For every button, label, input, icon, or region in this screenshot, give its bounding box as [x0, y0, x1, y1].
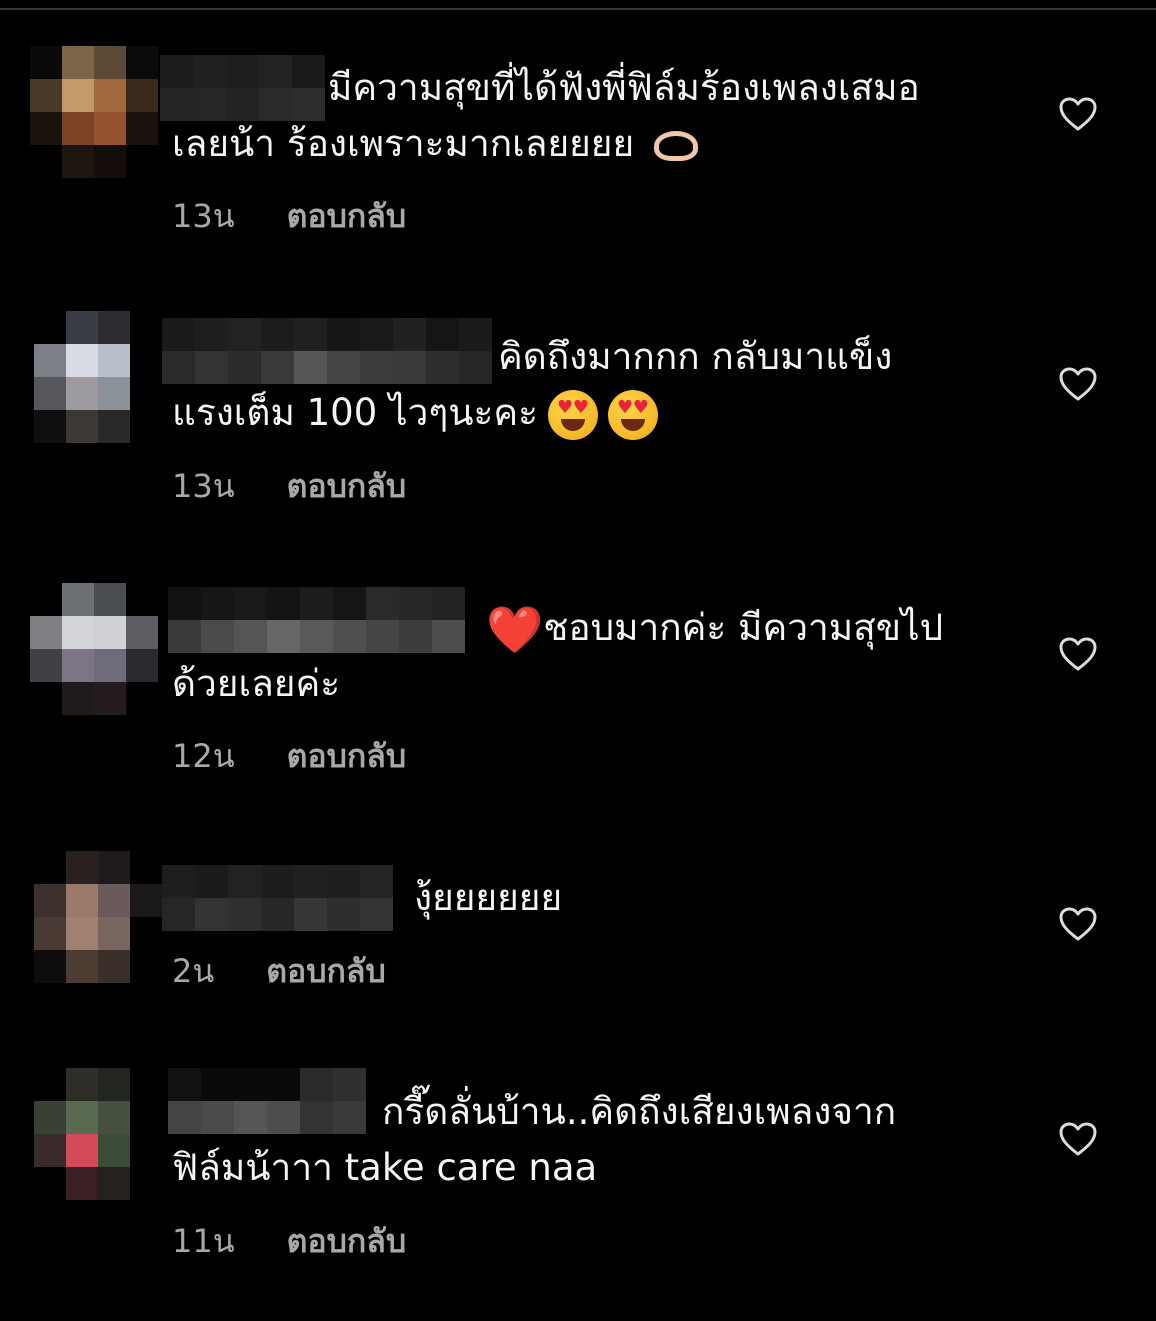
heart-outline-icon[interactable]	[1058, 636, 1098, 672]
timestamp: 13น	[172, 467, 235, 505]
username-redacted[interactable]	[162, 865, 393, 931]
comment-meta: 13น ตอบกลับ	[172, 466, 406, 506]
timestamp: 11น	[172, 1222, 235, 1260]
avatar[interactable]	[30, 583, 158, 715]
timestamp: 2น	[172, 952, 215, 990]
heart-outline-icon[interactable]	[1058, 906, 1098, 942]
reply-button[interactable]: ตอบกลับ	[287, 1222, 407, 1260]
reply-button[interactable]: ตอบกลับ	[287, 467, 407, 505]
comment-text: คิดถึงมากกก กลับมาแข็ง	[498, 335, 893, 378]
comment-meta: 12น ตอบกลับ	[172, 736, 406, 776]
heart-eyes-emoji	[608, 389, 659, 440]
username-redacted[interactable]	[160, 55, 325, 121]
heart-outline-icon[interactable]	[1058, 366, 1098, 402]
comment-meta: 13น ตอบกลับ	[172, 196, 406, 236]
comment-text: กรี๊ดลั่นบ้าน..คิดถึงเสียงเพลงจาก	[382, 1090, 897, 1133]
comment-text: ฟิล์มน้าาา take care naa	[172, 1146, 598, 1189]
comment-text: เลยน้า ร้องเพราะมากเลยยยย	[172, 116, 702, 172]
comment-meta: 11น ตอบกลับ	[172, 1221, 406, 1261]
reply-button[interactable]: ตอบกลับ	[266, 952, 386, 990]
timestamp: 12น	[172, 737, 235, 775]
top-divider	[0, 8, 1156, 10]
comment-text: ❤️ชอบมากค่ะ มีความสุขไป	[486, 602, 944, 657]
username-redacted[interactable]	[162, 318, 492, 384]
heart-outline-icon[interactable]	[1058, 1121, 1098, 1157]
avatar[interactable]	[30, 46, 158, 178]
comment-text: งุ้ยยยยยย	[414, 876, 563, 919]
reply-button[interactable]: ตอบกลับ	[287, 197, 407, 235]
comment-text: มีความสุขที่ได้ฟังพี่ฟิล์มร้องเพลงเสมอ	[328, 66, 920, 109]
comment-text: ด้วยเลยค่ะ	[172, 662, 341, 705]
heart-eyes-emoji	[548, 389, 599, 440]
username-redacted[interactable]	[168, 587, 465, 653]
avatar[interactable]	[34, 311, 162, 443]
comment-meta: 2น ตอบกลับ	[172, 951, 386, 991]
reply-button[interactable]: ตอบกลับ	[287, 737, 407, 775]
comment-text: แรงเต็ม 100 ไวๆนะคะ	[172, 385, 659, 441]
avatar[interactable]	[34, 1068, 162, 1200]
heart-hands-emoji	[650, 129, 702, 163]
red-heart-emoji: ❤️	[486, 602, 544, 657]
timestamp: 13น	[172, 197, 235, 235]
heart-outline-icon[interactable]	[1058, 96, 1098, 132]
avatar[interactable]	[34, 851, 162, 983]
username-redacted[interactable]	[168, 1068, 366, 1134]
